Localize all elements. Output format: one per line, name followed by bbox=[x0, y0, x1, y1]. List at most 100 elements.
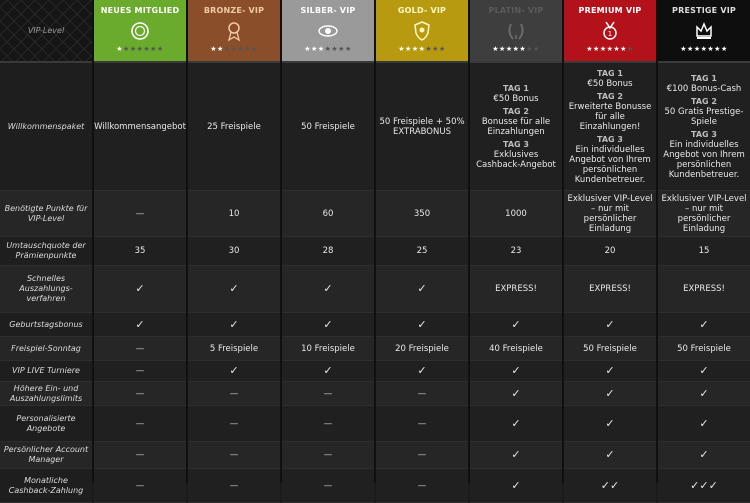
crown-icon bbox=[693, 20, 715, 42]
tier-badge: SILBER- VIP ★★★★★★★ bbox=[282, 0, 374, 61]
value-cell: 60 bbox=[282, 191, 374, 237]
check-icon: ✓ bbox=[376, 266, 468, 313]
star-icon: ★ bbox=[438, 45, 446, 53]
tier-name: GOLD- VIP bbox=[397, 6, 447, 15]
bonus-text: Ein individuelles Angebot von Ihrem pers… bbox=[569, 144, 651, 185]
check-icon: ✓ bbox=[564, 406, 656, 442]
bonus-text: Ein individuelles Angebot von Ihrem pers… bbox=[663, 139, 745, 180]
row-label: Monatliche Cashback-Zahlung bbox=[0, 469, 92, 503]
row-label: Willkommenspaket bbox=[0, 63, 92, 191]
check-icon: ✓ bbox=[470, 406, 562, 442]
row-label: Freispiel-Sonntag bbox=[0, 337, 92, 361]
star-icon: ★ bbox=[687, 45, 694, 53]
row-label: VIP LIVE Turniere bbox=[0, 361, 92, 382]
corner-cell: VIP-Level bbox=[0, 0, 92, 63]
bonus-cell: TAG 1 €50 Bonus TAG 2 Bonusse für alle Einz… bbox=[470, 63, 562, 191]
check-icon: ✓ bbox=[94, 313, 186, 337]
tier-header-5: PLATIN- VIP ★★★★★★★ bbox=[470, 0, 562, 63]
dash-cell: — bbox=[94, 442, 186, 469]
dash-cell: — bbox=[94, 337, 186, 361]
tier-stars: ★★★★★★★ bbox=[116, 44, 163, 54]
svg-text:1: 1 bbox=[608, 30, 612, 38]
check-icon: ✓ bbox=[470, 361, 562, 382]
star-icon: ★ bbox=[593, 45, 600, 53]
star-icon: ★ bbox=[244, 45, 251, 53]
star-icon: ★ bbox=[714, 45, 721, 53]
star-icon: ★ bbox=[311, 45, 318, 53]
dash-cell: — bbox=[94, 469, 186, 503]
dash-cell: — bbox=[282, 469, 374, 503]
tier-name: NEUES MITGLIED bbox=[100, 6, 180, 15]
check-icon: ✓ bbox=[658, 442, 750, 469]
tier-header-6: PREMIUM VIP 1 ★★★★★★★ bbox=[564, 0, 656, 63]
dash-cell: — bbox=[282, 382, 374, 406]
bonus-cell: 25 Freispiele bbox=[188, 63, 280, 191]
bonus-text: 50 Freispiele bbox=[301, 121, 355, 132]
bonus-day: TAG 2 bbox=[691, 96, 717, 106]
value-cell: 28 bbox=[282, 237, 374, 266]
tier-stars: ★★★★★★★ bbox=[304, 44, 351, 54]
circle-badge-icon bbox=[129, 20, 151, 42]
row-label: Persönlicher Account Manager bbox=[0, 442, 92, 469]
star-icon: ★ bbox=[432, 45, 439, 53]
bonus-text: 25 Freispiele bbox=[207, 121, 261, 132]
check-icon: ✓ bbox=[470, 442, 562, 469]
tier-badge: PRESTIGE VIP ★★★★★★★ bbox=[658, 0, 750, 61]
tier-badge: PREMIUM VIP 1 ★★★★★★★ bbox=[564, 0, 656, 61]
bonus-cell: TAG 1 €100 Bonus-Cash TAG 2 50 Gratis Prest… bbox=[658, 63, 750, 191]
check-icon: ✓ bbox=[282, 361, 374, 382]
value-cell: EXPRESS! bbox=[470, 266, 562, 313]
tier-name: PLATIN- VIP bbox=[488, 6, 544, 15]
dash-cell: — bbox=[376, 382, 468, 406]
value-cell: 10 bbox=[188, 191, 280, 237]
check-icon: ✓ bbox=[564, 442, 656, 469]
dash-cell: — bbox=[376, 406, 468, 442]
check-icon: ✓ bbox=[658, 361, 750, 382]
shield-icon bbox=[411, 20, 433, 42]
bonus-cell: 50 Freispiele + 50% EXTRABONUS bbox=[376, 63, 468, 191]
bonus-text: Exklusives Cashback-Angebot bbox=[476, 149, 556, 170]
tier-name: SILBER- VIP bbox=[300, 6, 356, 15]
star-icon: ★ bbox=[223, 45, 231, 53]
star-icon: ★ bbox=[499, 45, 506, 53]
star-icon: ★ bbox=[150, 45, 157, 53]
star-icon: ★ bbox=[620, 45, 627, 53]
bonus-day: TAG 1 bbox=[597, 68, 623, 78]
bonus-text: Erweiterte Bonusse für alle Einzahlungen… bbox=[568, 101, 652, 132]
medal-icon bbox=[223, 20, 245, 42]
check-icon: ✓ bbox=[470, 313, 562, 337]
star-icon: ★ bbox=[317, 45, 325, 53]
value-cell: 15 bbox=[658, 237, 750, 266]
check-icon: ✓ bbox=[564, 361, 656, 382]
tier-header-2: BRONZE- VIP ★★★★★★★ bbox=[188, 0, 280, 63]
value-cell: 35 bbox=[94, 237, 186, 266]
row-label: Benötigte Punkte für VIP-Level bbox=[0, 191, 92, 237]
star-icon: ★ bbox=[250, 45, 258, 53]
row-label: Geburtstagsbonus bbox=[0, 313, 92, 337]
value-cell: Exklusiver VIP-Level – nur mit persönlic… bbox=[564, 191, 656, 237]
tier-header-3: SILBER- VIP ★★★★★★★ bbox=[282, 0, 374, 63]
star-icon: ★ bbox=[411, 45, 419, 53]
value-cell: 30 bbox=[188, 237, 280, 266]
star-icon: ★ bbox=[344, 45, 352, 53]
check-icon: ✓ bbox=[376, 361, 468, 382]
check-icon: ✓ bbox=[188, 361, 280, 382]
dash-cell: — bbox=[188, 442, 280, 469]
check-icon: ✓✓✓ bbox=[658, 469, 750, 503]
bonus-text: €100 Bonus-Cash bbox=[666, 83, 742, 94]
bonus-day: TAG 2 bbox=[597, 91, 623, 101]
value-cell: 1000 bbox=[470, 191, 562, 237]
tier-badge: NEUES MITGLIED ★★★★★★★ bbox=[94, 0, 186, 61]
tier-stars: ★★★★★★★ bbox=[210, 44, 257, 54]
dash-cell: — bbox=[94, 382, 186, 406]
value-cell: 50 Freispiele bbox=[658, 337, 750, 361]
tier-name: PRESTIGE VIP bbox=[672, 6, 736, 15]
tier-name: PREMIUM VIP bbox=[578, 6, 642, 15]
star-icon: ★ bbox=[129, 45, 137, 53]
star-icon: ★ bbox=[217, 45, 224, 53]
star-icon: ★ bbox=[693, 45, 701, 53]
check-icon: ✓ bbox=[658, 406, 750, 442]
value-cell: 20 bbox=[564, 237, 656, 266]
value-cell: 350 bbox=[376, 191, 468, 237]
dash-cell: — bbox=[188, 406, 280, 442]
